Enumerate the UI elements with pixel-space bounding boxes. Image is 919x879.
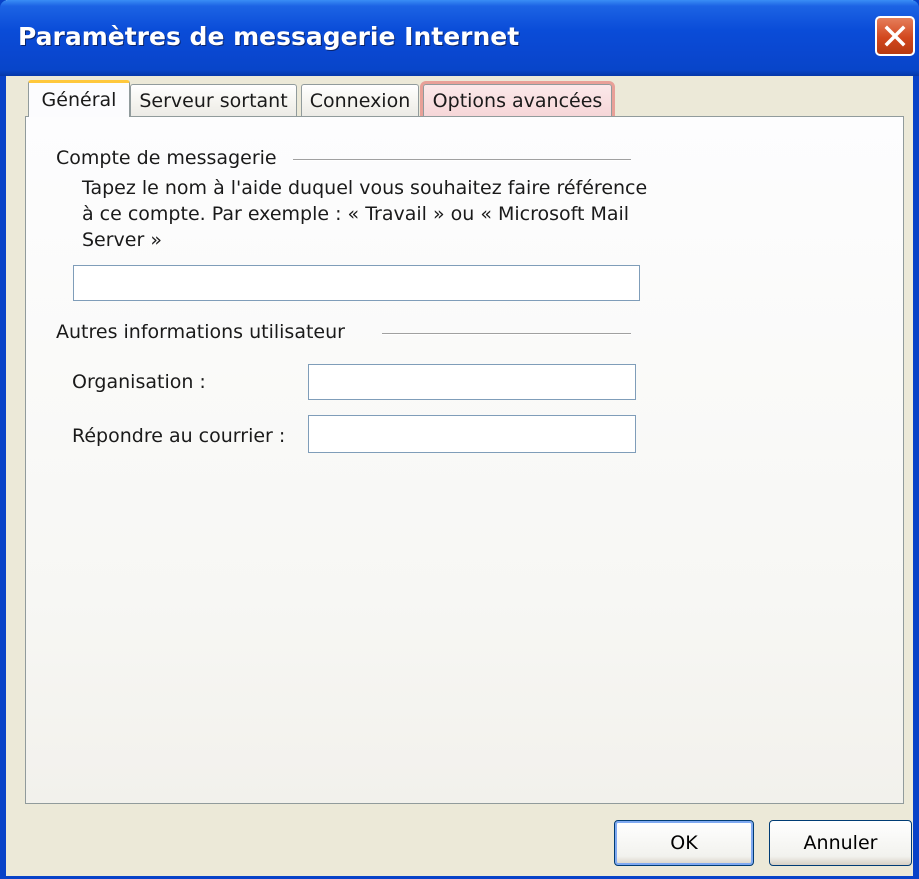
reply-to-input[interactable] [308, 415, 636, 453]
user-info-group-label: Autres informations utilisateur [56, 321, 345, 343]
group-divider [382, 333, 631, 335]
window-title: Paramètres de messagerie Internet [18, 22, 520, 51]
organization-label: Organisation : [72, 371, 206, 393]
organization-input[interactable] [308, 364, 636, 400]
tab-connection[interactable]: Connexion [301, 84, 419, 116]
reply-to-label: Répondre au courrier : [72, 425, 286, 447]
group-divider [293, 159, 631, 161]
ok-button[interactable]: OK [614, 820, 754, 866]
cancel-button[interactable]: Annuler [769, 820, 912, 866]
tab-label: Connexion [309, 90, 411, 112]
tab-label: Serveur sortant [139, 90, 288, 112]
tab-outgoing-server[interactable]: Serveur sortant [130, 84, 297, 116]
close-button[interactable] [875, 16, 915, 56]
title-bar[interactable]: Paramètres de messagerie Internet [0, 0, 919, 76]
close-icon [884, 25, 906, 47]
account-group-label: Compte de messagerie [56, 147, 277, 169]
tab-advanced-options[interactable]: Options avancées [420, 81, 615, 119]
account-name-input[interactable] [73, 265, 640, 301]
tab-general[interactable]: Général [28, 80, 130, 117]
tab-label: Options avancées [432, 90, 603, 112]
dialog-window: Paramètres de messagerie Internet Généra… [0, 0, 919, 879]
tab-label: Général [41, 89, 117, 111]
account-description: Tapez le nom à l'aide duquel vous souhai… [82, 177, 648, 251]
